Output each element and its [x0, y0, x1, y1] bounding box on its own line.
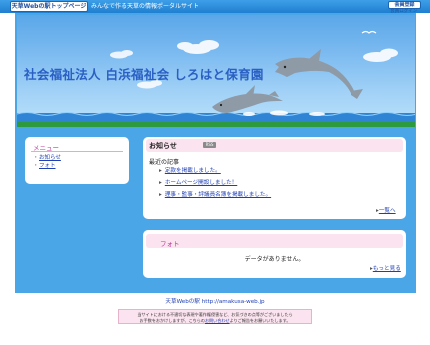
arrow-right-icon: ▸	[159, 168, 162, 174]
portal-top-link[interactable]: 天草Webの駅トップページへ	[10, 1, 88, 19]
top-bar: 天草Webの駅トップページへ みんなで作る天草の情報ポータルサイト 会員登録	[0, 0, 430, 19]
news-item[interactable]: ▸ 定款を掲載しました。	[159, 168, 221, 175]
rss-icon[interactable]: RSS	[203, 142, 216, 148]
news-header: お知らせ RSS	[146, 139, 403, 152]
news-more-link[interactable]: ▸一覧へ	[376, 206, 396, 214]
news-title: お知らせ	[149, 142, 177, 150]
photo-empty-message: データがありません。	[244, 256, 305, 263]
news-more-label: 一覧へ	[378, 208, 396, 214]
notice-text: よりご報告をお願いいたします。	[229, 318, 291, 323]
contact-link[interactable]: お問い合わせ	[205, 318, 230, 323]
arrow-right-icon: ▸	[159, 192, 162, 198]
news-panel: お知らせ RSS 最近の記事 ▸ 定款を掲載しました。 ▸ ホームページ開設しました…	[143, 137, 406, 219]
dolphin-icon	[275, 49, 363, 99]
sidebar-item-photo[interactable]: ・フォト	[33, 163, 56, 170]
portal-tagline: みんなで作る天草の情報ポータルサイト	[91, 3, 200, 10]
notice-text: お手数をおかけしますが、こちらの	[139, 318, 205, 323]
photo-more-label: もっと見る	[372, 266, 401, 272]
photo-title: フォト	[160, 240, 180, 248]
footer-site-link[interactable]: 天草Webの駅 http://amakusa-web.jp	[0, 297, 430, 305]
seagull-icon	[361, 30, 377, 34]
photo-panel: フォト データがありません。 ▸もっと見る	[143, 230, 406, 278]
menu-divider	[31, 151, 123, 152]
sidebar-item-label: お知らせ	[39, 155, 61, 161]
arrow-right-icon: ▸	[159, 180, 162, 186]
dolphin-icon	[212, 85, 283, 113]
news-item-label: 理事・監事・評議員名簿を掲載しました。	[164, 192, 272, 198]
notice-line-1: 当サイトにおける不適切な表現や著作権侵害など、お気づきの点等がございましたら	[137, 312, 293, 317]
news-item[interactable]: ▸ 理事・監事・評議員名簿を掲載しました。	[159, 192, 271, 199]
register-button[interactable]: 会員登録	[388, 1, 421, 9]
cloud-icon	[177, 40, 219, 54]
news-item[interactable]: ▸ ホームページ開設しました！	[159, 180, 237, 187]
site-title: 社会福祉法人 白浜福祉会 しろはと保育園	[24, 67, 264, 82]
sidebar-item-label: フォト	[39, 163, 56, 169]
notice-line-2: お手数をおかけしますが、こちらのお問い合わせよりご報告をお願いいたします。	[119, 318, 311, 323]
sidebar-item-news[interactable]: ・お知らせ	[33, 155, 61, 162]
news-item-label: 定款を掲載しました。	[164, 168, 221, 174]
recent-articles-heading: 最近の記事	[149, 159, 180, 166]
sidebar-menu: メニュー ・お知らせ ・フォト	[25, 137, 129, 184]
header-divider	[17, 122, 415, 127]
footer-notice: 当サイトにおける不適切な表現や著作権侵害など、お気づきの点等がございましたら お…	[118, 309, 312, 324]
news-item-label: ホームページ開設しました！	[164, 180, 238, 186]
photo-header: フォト	[146, 234, 403, 248]
photo-more-link[interactable]: ▸もっと見る	[370, 264, 401, 272]
